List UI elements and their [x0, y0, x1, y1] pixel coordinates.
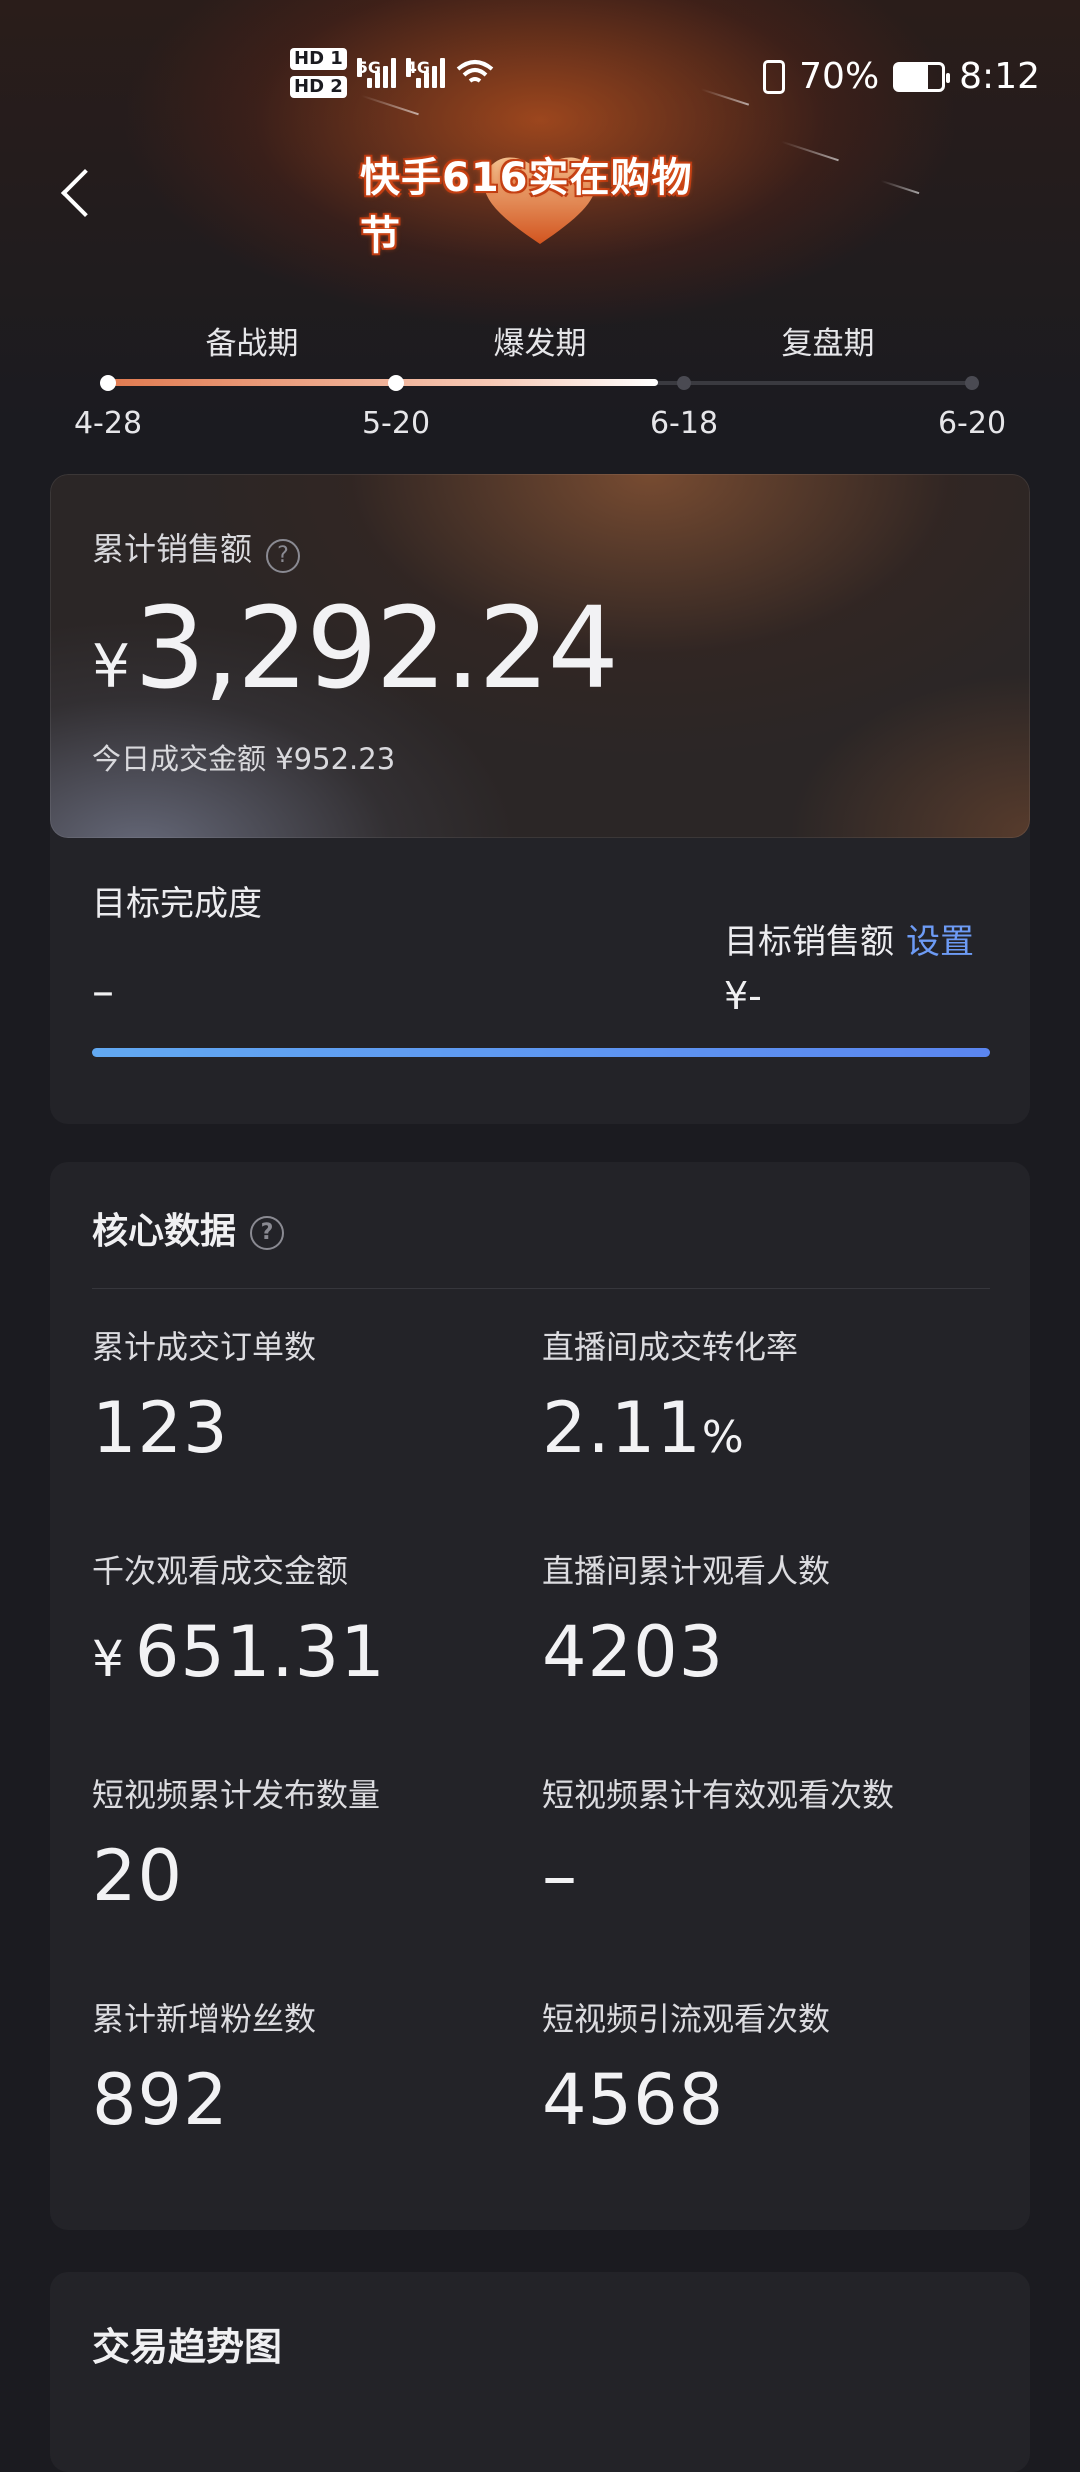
metric-orders: 累计成交订单数 123 [92, 1322, 532, 1468]
divider [92, 1288, 990, 1289]
goal-completion-value: – [92, 966, 114, 1017]
timeline-date: 6-18 [649, 406, 719, 441]
metric-conversion-rate: 直播间成交转化率 2.11% [542, 1322, 982, 1478]
trend-title: 交易趋势图 [92, 2325, 283, 2369]
core-data-title: 核心数据? [92, 1202, 285, 1254]
goal-progress-bar [92, 1048, 990, 1057]
clock: 8:12 [959, 56, 1040, 97]
vibrate-icon [763, 59, 786, 94]
status-bar: HD 1 HD 2 5G 4G 70% 8:12 [0, 0, 1080, 160]
target-sales: 目标销售额 设置 [724, 914, 974, 963]
target-sales-label: 目标销售额 [724, 922, 894, 962]
metric-viewers: 直播间累计观看人数 4203 [542, 1546, 982, 1692]
metric-label: 短视频累计发布数量 [92, 1776, 381, 1814]
metric-value: 4203 [542, 1611, 725, 1693]
core-data-card: 核心数据? 累计成交订单数 123 直播间成交转化率 2.11% 千次观看成交金… [50, 1162, 1030, 2230]
metric-label: 短视频累计有效观看次数 [542, 1776, 895, 1814]
metric-label: 累计成交订单数 [92, 1328, 317, 1366]
set-target-link[interactable]: 设置 [906, 922, 974, 962]
signal-4g-icon: 4G [405, 58, 445, 88]
timeline-date: 5-20 [361, 406, 431, 441]
metric-value: 20 [92, 1835, 184, 1917]
metric-value: ¥651.31 [92, 1611, 386, 1693]
currency-symbol: ¥ [92, 632, 131, 702]
network-indicators: HD 1 HD 2 5G 4G [290, 48, 495, 98]
metric-label: 累计新增粉丝数 [92, 2000, 317, 2038]
sales-amount: ¥ 3,292.24 [92, 584, 619, 714]
metric-label: 千次观看成交金额 [92, 1552, 349, 1590]
metric-value: 123 [92, 1387, 229, 1469]
timeline-progress [108, 379, 658, 386]
metric-label: 直播间累计观看人数 [542, 1552, 831, 1590]
signal-5g-icon: 5G [356, 58, 396, 88]
timeline-node [677, 376, 691, 390]
timeline-node [100, 375, 116, 391]
metric-gpm: 千次观看成交金额 ¥651.31 [92, 1546, 532, 1699]
timeline-date: 6-20 [937, 406, 1007, 441]
battery-icon [893, 61, 951, 92]
metric-value: 4568 [542, 2059, 725, 2141]
metric-value: 892 [92, 2059, 229, 2141]
festival-title: 快手616实在购物节 [360, 155, 693, 259]
goal-completion-label: 目标完成度 [92, 884, 262, 924]
metric-label: 短视频引流观看次数 [542, 2000, 831, 2038]
back-button[interactable] [54, 160, 104, 230]
wifi-icon [456, 60, 494, 83]
hd1-badge: HD 1 [290, 48, 347, 70]
timeline-date: 4-28 [73, 406, 143, 441]
phase-label: 复盘期 [781, 326, 875, 362]
metric-traffic-views: 短视频引流观看次数 4568 [542, 1994, 982, 2140]
help-icon[interactable]: ? [250, 1216, 285, 1250]
battery-percent: 70% [799, 56, 880, 97]
metric-new-fans: 累计新增粉丝数 892 [92, 1994, 532, 2140]
metric-label: 直播间成交转化率 [542, 1328, 799, 1366]
timeline-node [388, 375, 404, 391]
sales-card: 累计销售额? ¥ 3,292.24 今日成交金额 ¥952.23 目标完成度 –… [50, 474, 1030, 1124]
today-sales: 今日成交金额 ¥952.23 [92, 742, 396, 776]
help-icon[interactable]: ? [266, 538, 301, 573]
festival-logo: 快手616实在购物节 [360, 155, 720, 259]
metric-video-views: 短视频累计有效观看次数 – [542, 1770, 982, 1916]
sales-amount-value: 3,292.24 [134, 584, 619, 714]
trend-card: 交易趋势图 [50, 2272, 1030, 2472]
sales-label: 累计销售额 [92, 530, 253, 568]
hd2-badge: HD 2 [290, 76, 347, 98]
phase-label: 备战期 [205, 326, 299, 362]
timeline-node [965, 376, 979, 390]
metric-videos-published: 短视频累计发布数量 20 [92, 1770, 532, 1916]
phase-label: 爆发期 [493, 326, 587, 362]
metric-value: – [542, 1835, 578, 1917]
target-sales-value: ¥- [724, 974, 762, 1018]
metric-value: 2.11% [542, 1387, 745, 1469]
